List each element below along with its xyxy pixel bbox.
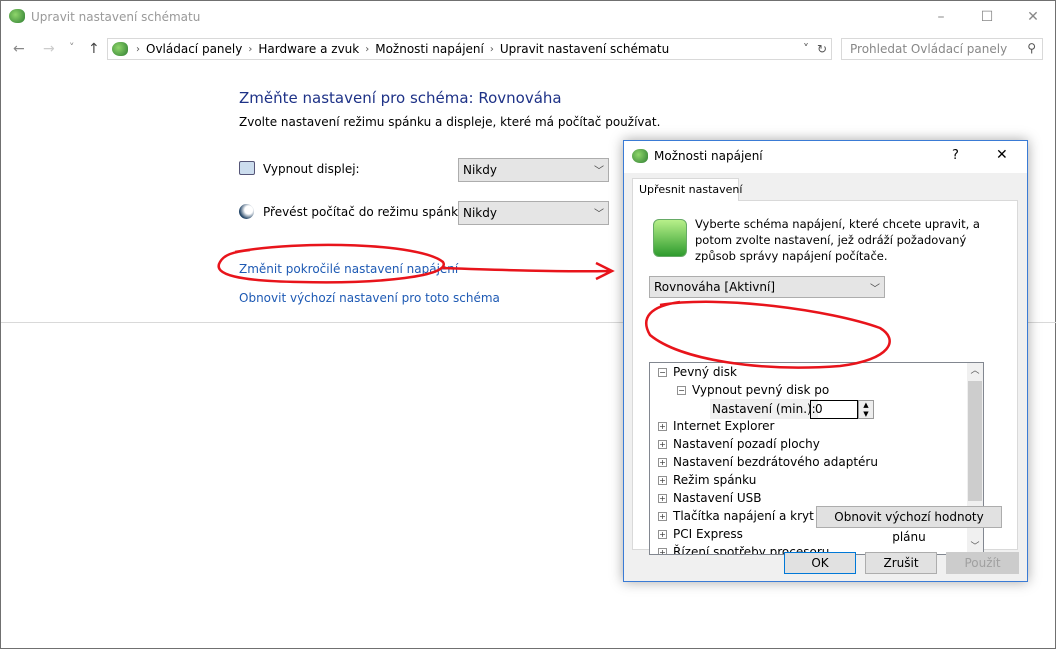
annotation-ellipse-link bbox=[217, 243, 445, 284]
tab-advanced-settings[interactable]: Upřesnit nastavení bbox=[632, 178, 742, 201]
red-annotations bbox=[217, 243, 891, 369]
annotation-ellipse-harddisk bbox=[645, 300, 891, 369]
annotation-arrow bbox=[442, 261, 615, 281]
